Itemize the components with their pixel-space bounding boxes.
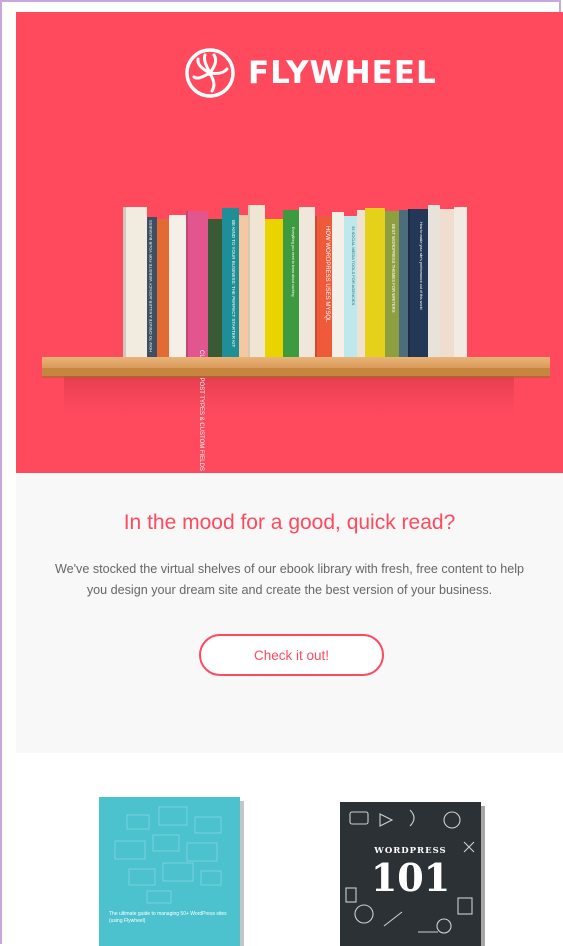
email-frame: FLYWHEEL HOW TO CREATE A KILLER AGENCY W…: [0, 0, 563, 946]
ebook-cover-wordpress-101[interactable]: WORDPRESS 101: [340, 802, 481, 946]
ebook-number: 101: [370, 855, 451, 900]
headline: In the mood for a good, quick read?: [123, 511, 456, 534]
spine-text: Everything you need to know about cachin…: [291, 227, 295, 297]
body-text: We've stocked the virtual shelves of our…: [54, 562, 525, 597]
spine-text: HOW TO CREATE A KILLER AGENCY WEBSITE FO…: [148, 220, 153, 352]
spine-text: How to make your site's performance out …: [419, 222, 423, 310]
spine-text: 35 SOCIAL MEDIA TOOLS FOR AGENCIES: [351, 226, 356, 306]
spine-text: BE KIND TO YOUR BUSINESS: THE PERFECT ST…: [231, 220, 236, 347]
check-it-out-button[interactable]: Check it out!: [199, 634, 384, 676]
spine-text: BEST WORDPRESS THEMES FOR WRITERS: [391, 224, 396, 313]
book-grid: The ultimate guide to managing 50+ WordP…: [16, 753, 563, 946]
spine-text: HOW WORDPRESS USES MYSQL: [324, 226, 330, 323]
bookshelf-illustration: HOW TO CREATE A KILLER AGENCY WEBSITE FO…: [42, 205, 550, 471]
ebook-cover-managing-sites[interactable]: The ultimate guide to managing 50+ WordP…: [99, 797, 240, 946]
ebook-caption: The ultimate guide to managing 50+ WordP…: [109, 911, 227, 924]
hero-banner: FLYWHEEL HOW TO CREATE A KILLER AGENCY W…: [16, 12, 563, 473]
intro-section: In the mood for a good, quick read? We'v…: [16, 473, 563, 753]
